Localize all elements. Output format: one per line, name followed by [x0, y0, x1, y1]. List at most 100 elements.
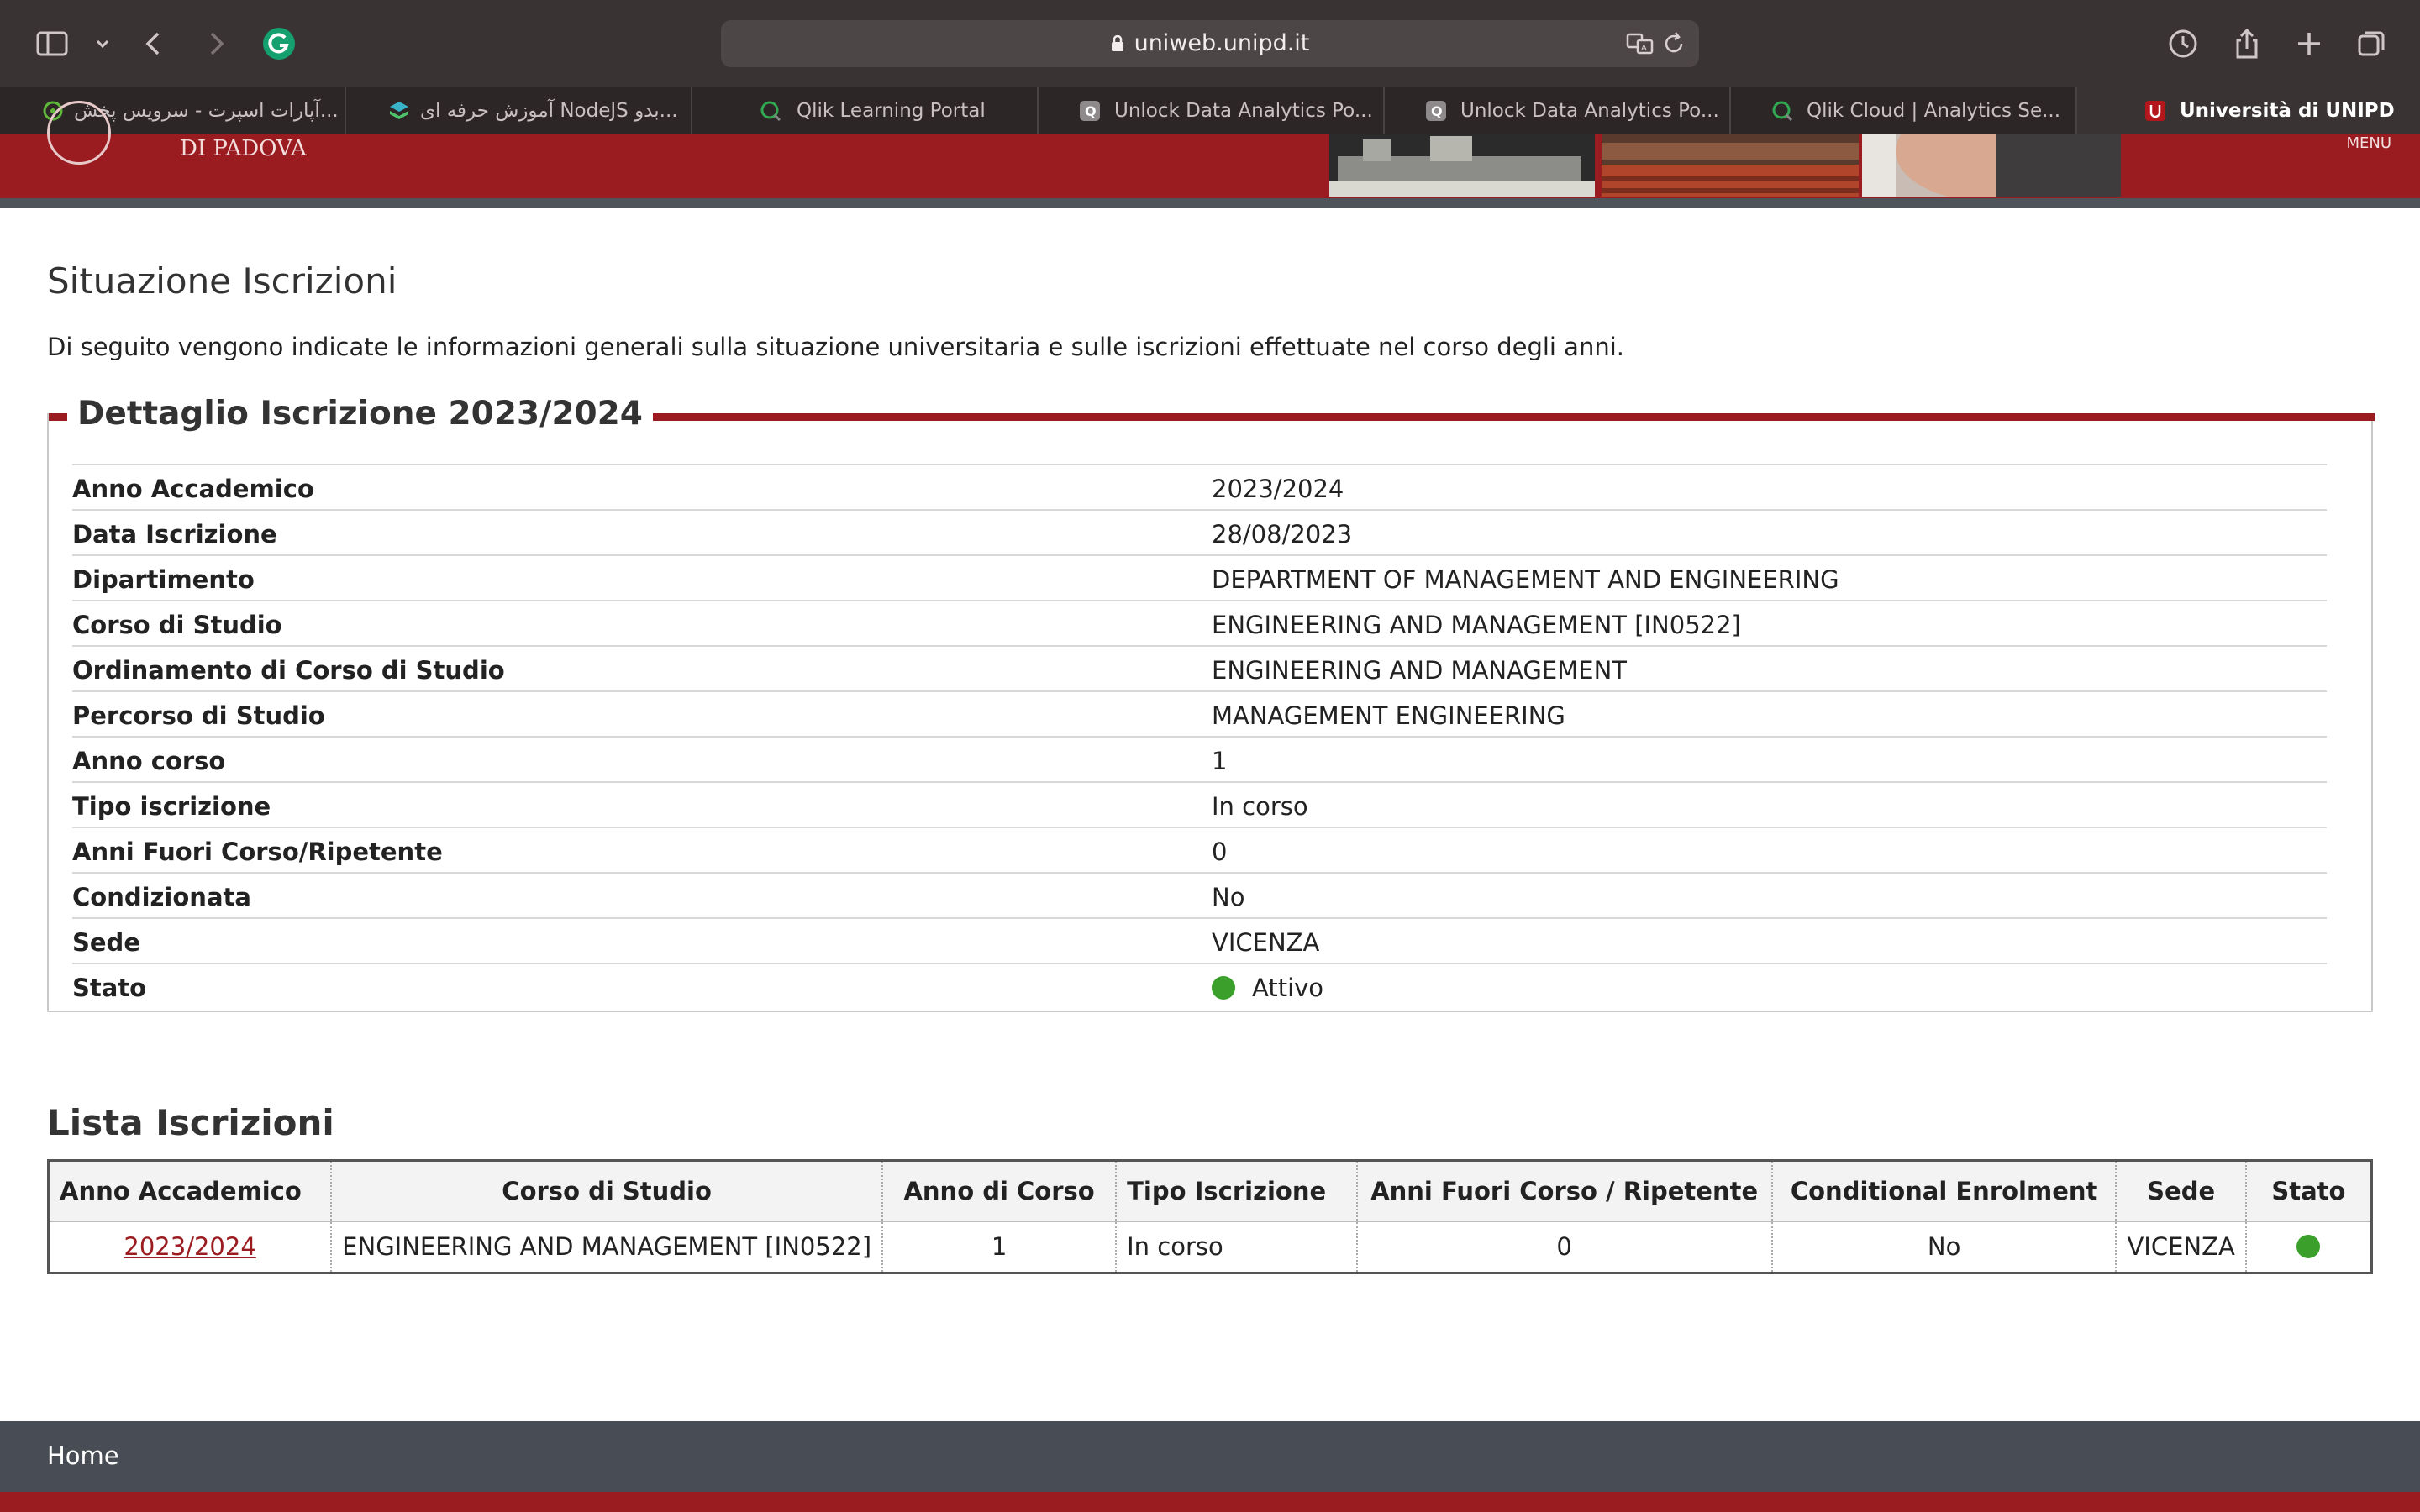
detail-label: Anno corso — [72, 747, 226, 775]
detail-row-ordinamento: Ordinamento di Corso di Studio ENGINEERI… — [72, 645, 2327, 690]
table-row: 2023/2024 ENGINEERING AND MANAGEMENT [IN… — [48, 1221, 2372, 1273]
detail-value: In corso — [1212, 792, 1308, 821]
cell-stato — [2246, 1221, 2372, 1273]
reload-icon[interactable] — [1659, 29, 1689, 59]
browser-toolbar: uniweb.unipd.it A — [0, 0, 2420, 87]
cell-conditional: No — [1771, 1221, 2118, 1273]
detail-value: No — [1212, 883, 1245, 911]
detail-row-anno-accademico: Anno Accademico 2023/2024 — [72, 464, 2327, 509]
tab-unipd-active[interactable]: Università di UNIPD — [2077, 87, 2420, 134]
status-active-icon — [1212, 976, 1235, 1000]
tab-label: Unlock Data Analytics Po... — [1460, 100, 1719, 122]
cell-corso-di-studio: ENGINEERING AND MANAGEMENT [IN0522] — [331, 1221, 884, 1273]
history-icon[interactable] — [2165, 25, 2202, 62]
cell-tipo-iscrizione: In corso — [1116, 1221, 1358, 1273]
tab-nodejs[interactable]: آموزش حرفه ای NodeJS بدو... — [346, 87, 692, 134]
svg-text:Q: Q — [1431, 103, 1443, 119]
detail-label: Anno Accademico — [72, 475, 314, 503]
detail-value: ENGINEERING AND MANAGEMENT [IN0522] — [1212, 611, 1741, 639]
detail-row-corso-di-studio: Corso di Studio ENGINEERING AND MANAGEME… — [72, 600, 2327, 645]
enrollment-list-table: Anno Accademico Corso di Studio Anno di … — [47, 1159, 2373, 1274]
column-header[interactable]: Anno Accademico — [48, 1160, 333, 1222]
new-tab-icon[interactable] — [2291, 25, 2328, 62]
panel-legend: Dettaglio Iscrizione 2023/2024 — [67, 395, 653, 433]
column-header[interactable]: Corso di Studio — [331, 1160, 884, 1222]
share-icon[interactable] — [2228, 25, 2265, 62]
chevron-down-icon[interactable] — [84, 25, 109, 62]
qlik-favicon-icon — [760, 101, 781, 122]
url-text: uniweb.unipd.it — [1134, 30, 1310, 56]
detail-row-dipartimento: Dipartimento DEPARTMENT OF MANAGEMENT AN… — [72, 554, 2327, 600]
detail-label: Dipartimento — [72, 565, 255, 594]
detail-label: Condizionata — [72, 883, 251, 911]
column-header[interactable]: Conditional Enrolment — [1771, 1160, 2118, 1222]
column-header[interactable]: Sede — [2116, 1160, 2247, 1222]
page-intro: Di seguito vengono indicate le informazi… — [47, 333, 1624, 361]
back-button[interactable] — [136, 25, 173, 62]
detail-value: VICENZA — [1212, 928, 1320, 957]
cell-anno-accademico: 2023/2024 — [48, 1221, 333, 1273]
translate-icon[interactable]: A — [1625, 29, 1655, 59]
logo-text: DI PADOVA — [180, 136, 307, 161]
table-header-row: Anno Accademico Corso di Studio Anno di … — [48, 1160, 2372, 1222]
detail-label: Percorso di Studio — [72, 701, 325, 730]
enrollment-detail-panel: Dettaglio Iscrizione 2023/2024 Anno Acca… — [47, 395, 2375, 1012]
detail-row-percorso: Percorso di Studio MANAGEMENT ENGINEERIN… — [72, 690, 2327, 736]
tab-label: Università di UNIPD — [2180, 100, 2395, 122]
detail-row-sede: Sede VICENZA — [72, 917, 2327, 963]
footer-home-link[interactable]: Home — [47, 1441, 119, 1470]
detail-label: Stato — [72, 974, 147, 1002]
column-header[interactable]: Tipo Iscrizione — [1116, 1160, 1358, 1222]
header-photo-building — [1329, 134, 1595, 197]
status-text: Attivo — [1252, 974, 1324, 1002]
grammarly-extension-icon[interactable] — [260, 25, 297, 62]
detail-row-fuori-corso: Anni Fuori Corso/Ripetente 0 — [72, 827, 2327, 872]
detail-value: DEPARTMENT OF MANAGEMENT AND ENGINEERING — [1212, 565, 1839, 594]
column-header[interactable]: Stato — [2245, 1160, 2372, 1222]
detail-value: Attivo — [1212, 974, 1323, 1002]
tab-label: آموزش حرفه ای NodeJS بدو... — [420, 100, 678, 122]
tab-qlik-cloud[interactable]: Qlik Cloud | Analytics Se... — [1731, 87, 2077, 134]
menu-button[interactable]: MENU — [2346, 134, 2391, 152]
tab-label: Qlik Cloud | Analytics Se... — [1807, 100, 2061, 122]
detail-row-tipo-iscrizione: Tipo iscrizione In corso — [72, 781, 2327, 827]
site-footer: Home — [0, 1421, 2420, 1492]
site-header: DI PADOVA MENU — [0, 101, 2420, 198]
tab-unlock-data-2[interactable]: Q Unlock Data Analytics Po... — [1385, 87, 1731, 134]
sidebar-toggle-icon[interactable] — [34, 25, 71, 62]
header-photo-lecture-hall — [1602, 134, 1859, 197]
column-header[interactable]: Anno di Corso — [882, 1160, 1118, 1222]
tab-qlik-learning[interactable]: Qlik Learning Portal — [692, 87, 1039, 134]
header-divider — [0, 198, 2420, 208]
detail-label: Ordinamento di Corso di Studio — [72, 656, 505, 685]
detail-value: ENGINEERING AND MANAGEMENT — [1212, 656, 1627, 685]
tab-overview-icon[interactable] — [2353, 25, 2390, 62]
status-active-icon — [2296, 1235, 2321, 1259]
lock-icon — [1111, 35, 1123, 51]
header-photo-portrait — [1862, 134, 2121, 197]
detail-value: 2023/2024 — [1212, 475, 1344, 503]
detail-value: MANAGEMENT ENGINEERING — [1212, 701, 1565, 730]
detail-value: 0 — [1212, 837, 1228, 866]
tab-unlock-data-1[interactable]: Q Unlock Data Analytics Po... — [1039, 87, 1385, 134]
detail-label: Tipo iscrizione — [72, 792, 271, 821]
academic-year-link[interactable]: 2023/2024 — [124, 1232, 255, 1261]
tab-label: Qlik Learning Portal — [797, 100, 986, 122]
svg-text:Q: Q — [1085, 103, 1097, 119]
q-favicon-icon: Q — [1080, 101, 1100, 121]
detail-row-condizionata: Condizionata No — [72, 872, 2327, 917]
university-seal-logo[interactable] — [47, 101, 111, 165]
column-header[interactable]: Anni Fuori Corso / Ripetente — [1356, 1160, 1773, 1222]
enrollment-list-title: Lista Iscrizioni — [47, 1102, 334, 1143]
cell-anno-di-corso: 1 — [882, 1221, 1118, 1273]
tab-bar: آپارات اسپرت - سرویس پخش... آموزش حرفه ا… — [0, 87, 2420, 134]
footer-bottom-bar — [0, 1492, 2420, 1512]
address-bar[interactable]: uniweb.unipd.it A — [721, 20, 1699, 67]
detail-row-stato: Stato Attivo — [72, 963, 2327, 1008]
detail-value: 1 — [1212, 747, 1228, 775]
detail-value: 28/08/2023 — [1212, 520, 1353, 549]
tab-label: Unlock Data Analytics Po... — [1114, 100, 1373, 122]
detail-label: Sede — [72, 928, 140, 957]
detail-row-anno-corso: Anno corso 1 — [72, 736, 2327, 781]
forward-button[interactable] — [197, 25, 234, 62]
